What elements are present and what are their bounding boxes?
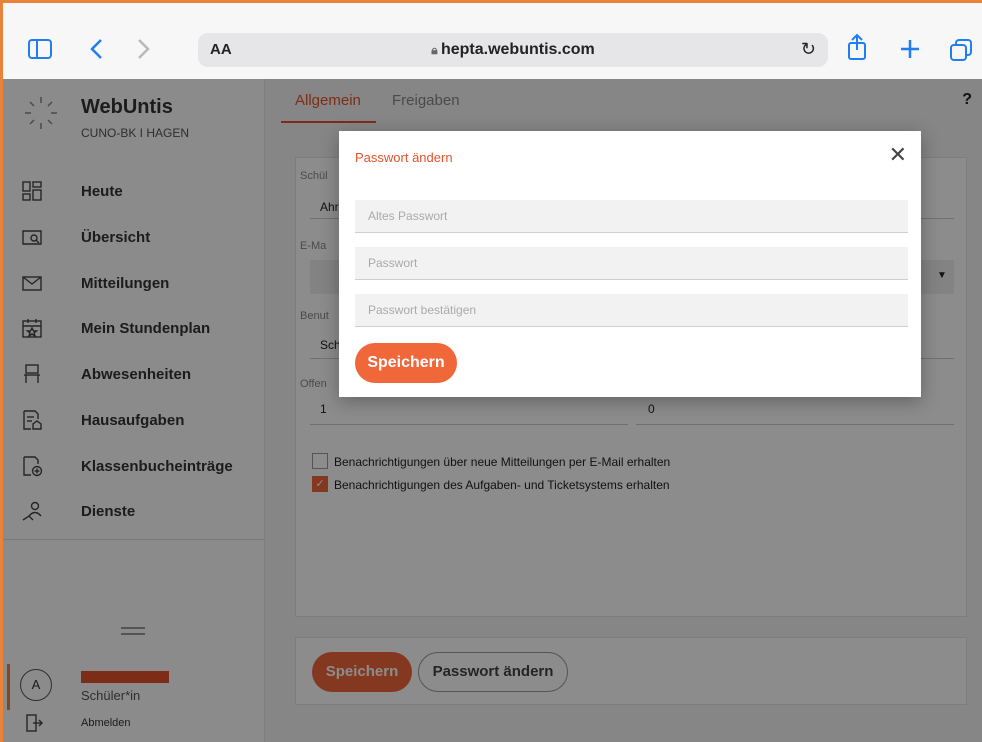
url-text[interactable]: 🔒︎ hepta.webuntis.com — [198, 41, 828, 59]
browser-toolbar: AA 🔒︎ hepta.webuntis.com ↻ — [3, 3, 982, 79]
dialog-title: Passwort ändern — [355, 150, 453, 165]
sidebar-toggle-icon[interactable] — [27, 37, 53, 61]
old-password-field[interactable] — [355, 200, 908, 233]
close-icon[interactable]: ✕ — [889, 144, 907, 166]
tabs-overview-icon[interactable] — [949, 38, 973, 62]
new-password-field[interactable] — [355, 247, 908, 280]
share-icon[interactable] — [846, 33, 868, 61]
new-tab-icon[interactable] — [899, 38, 921, 60]
url-label: hepta.webuntis.com — [440, 41, 595, 58]
screen: AA 🔒︎ hepta.webuntis.com ↻ WebUntis CUNO… — [3, 3, 982, 742]
change-password-dialog: Passwort ändern ✕ Speichern — [339, 131, 921, 397]
address-bar[interactable]: AA 🔒︎ hepta.webuntis.com ↻ — [198, 33, 828, 67]
reload-icon[interactable]: ↻ — [801, 39, 816, 60]
back-icon[interactable] — [89, 38, 105, 60]
forward-icon[interactable] — [135, 38, 151, 60]
confirm-password-field[interactable] — [355, 294, 908, 327]
lock-icon: 🔒︎ — [431, 43, 441, 57]
dialog-save-button[interactable]: Speichern — [355, 343, 457, 383]
